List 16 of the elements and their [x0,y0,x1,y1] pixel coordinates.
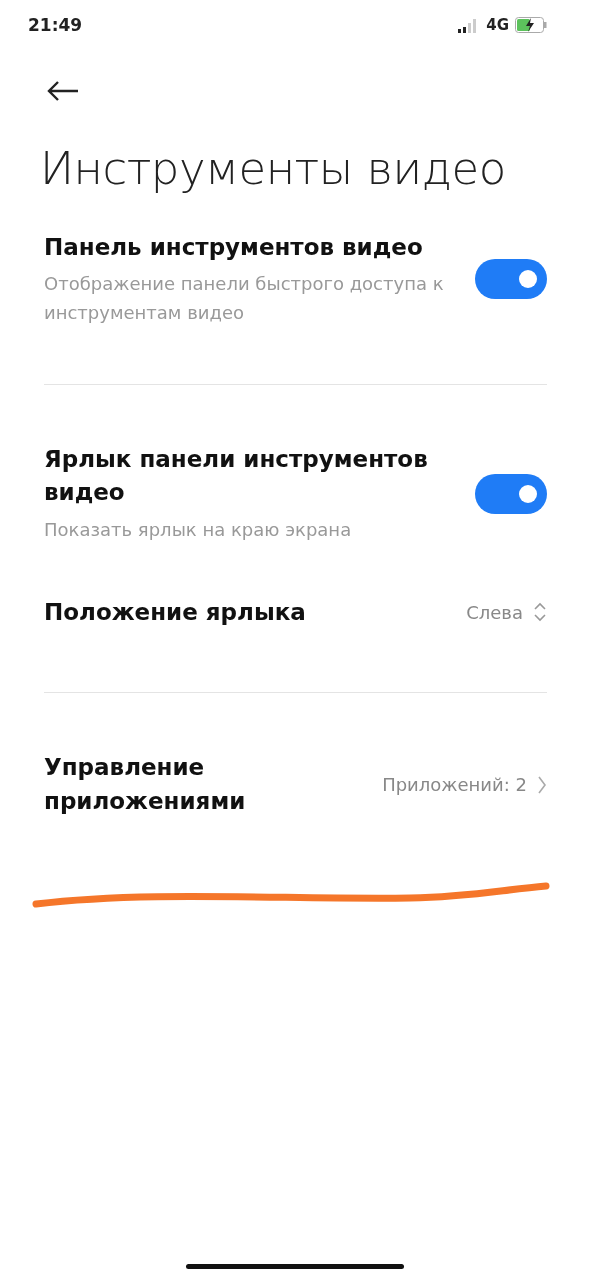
page-title: Инструменты видео [40,142,507,195]
back-arrow-icon[interactable] [46,80,80,102]
network-type: 4G [486,16,509,34]
setting-description: Показать ярлык на краю экрана [44,517,353,542]
status-time: 21:49 [28,15,83,35]
setting-title: Управление приложениями [44,753,247,816]
setting-value[interactable]: Приложений: 2 [382,774,527,796]
setting-title: Ярлык панели инструментов видео [44,444,429,508]
setting-description: Отображение панели быстрого доступа к инструментам видео [44,272,445,326]
setting-title: Положение ярлыка [44,597,306,627]
chevron-right-icon [537,774,547,795]
setting-value[interactable]: Слева [466,601,523,623]
toggle-switch[interactable] [475,259,547,300]
setting-title: Панель инструментов видео [44,233,424,262]
battery-charging-icon [515,17,547,33]
toggle-switch[interactable] [475,473,547,514]
